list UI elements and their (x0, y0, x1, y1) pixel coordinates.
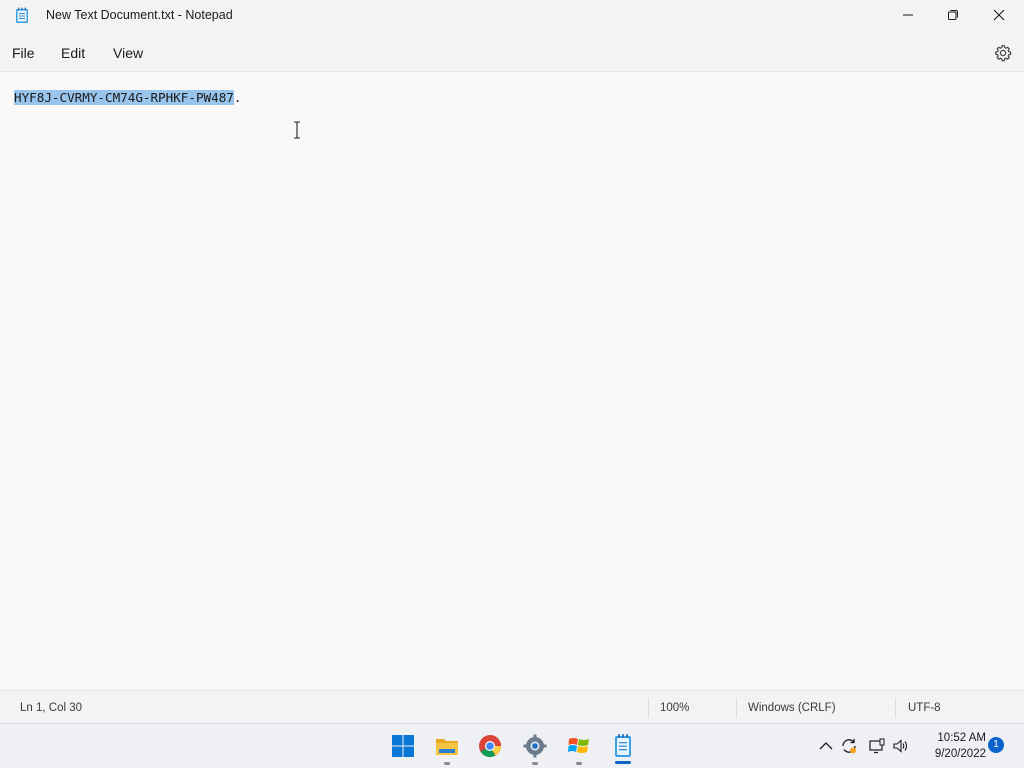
selected-text: HYF8J-CVRMY-CM74G-RPHKF-PW487 (14, 90, 234, 105)
running-indicator (532, 762, 538, 765)
folder-icon[interactable] (434, 733, 460, 759)
zoom-level: 100% (660, 702, 690, 714)
active-app-indicator (615, 761, 631, 764)
status-divider (736, 698, 737, 718)
trailing-text: . (233, 90, 242, 105)
minimize-icon (903, 14, 913, 16)
ibeam-cursor-icon (294, 121, 300, 139)
windows-flag-icon[interactable] (566, 733, 592, 759)
notepad-icon (16, 7, 28, 23)
gear-icon[interactable] (993, 43, 1013, 63)
encoding: UTF-8 (908, 702, 941, 714)
menu-edit[interactable]: Edit (61, 45, 85, 61)
minimize-button[interactable] (885, 0, 931, 30)
gear-icon[interactable] (522, 733, 548, 759)
editor-line: HYF8J-CVRMY-CM74G-RPHKF-PW487. (14, 89, 241, 106)
menu-bar: File Edit View (0, 36, 1024, 70)
network-icon[interactable] (868, 737, 886, 755)
clock-date: 9/20/2022 (934, 748, 986, 760)
restore-icon (948, 10, 958, 20)
sync-icon[interactable] (840, 737, 858, 755)
notification-badge[interactable]: 1 (988, 737, 1004, 753)
chrome-icon[interactable] (477, 733, 503, 759)
restore-button[interactable] (930, 0, 976, 30)
menu-file[interactable]: File (12, 45, 35, 61)
close-button[interactable] (976, 0, 1022, 30)
close-icon (993, 9, 1005, 21)
volume-icon[interactable] (892, 737, 910, 755)
title-bar: New Text Document.txt - Notepad (0, 0, 1024, 32)
cursor-position: Ln 1, Col 30 (20, 702, 83, 714)
windows-start-icon[interactable] (390, 733, 416, 759)
running-indicator (576, 762, 582, 765)
status-divider (895, 698, 896, 718)
status-bar: Ln 1, Col 30 100% Windows (CRLF) UTF-8 (0, 690, 1024, 724)
notepad-icon[interactable] (610, 733, 636, 759)
menu-view[interactable]: View (113, 45, 143, 61)
taskbar: 10:52 AM 9/20/2022 1 (0, 723, 1024, 768)
clock-time: 10:52 AM (937, 732, 986, 744)
taskbar-clock[interactable]: 10:52 AM 9/20/2022 (918, 730, 986, 762)
status-divider (648, 698, 649, 718)
window-title: New Text Document.txt - Notepad (46, 8, 233, 22)
line-ending: Windows (CRLF) (748, 702, 836, 714)
running-indicator (444, 762, 450, 765)
text-editor[interactable]: HYF8J-CVRMY-CM74G-RPHKF-PW487. (0, 72, 1024, 690)
chevron-up-icon[interactable] (817, 737, 835, 755)
